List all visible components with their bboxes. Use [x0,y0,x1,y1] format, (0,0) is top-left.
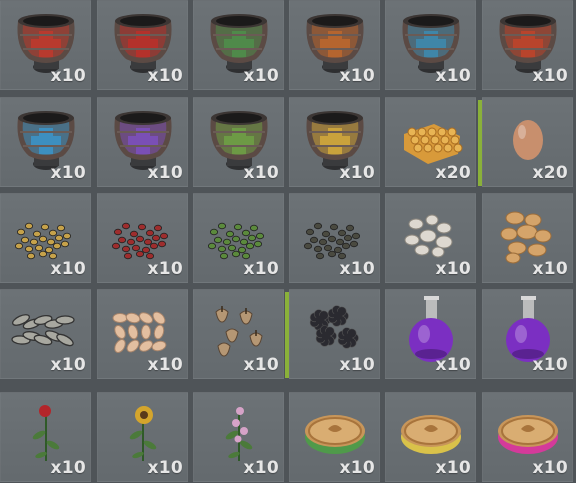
item-quantity: x10 [50,259,86,279]
inventory-slot[interactable]: x10 [97,0,188,90]
inventory-slot[interactable]: x20 [478,97,573,187]
inventory-slot[interactable]: x10 [289,0,380,90]
inventory-slot[interactable]: x10 [385,392,476,482]
item-quantity: x10 [243,66,279,86]
inventory-slot[interactable]: x10 [193,193,284,283]
inventory-slot[interactable]: x10 [385,289,476,379]
inventory-slot[interactable]: x10 [193,392,284,482]
inventory-slot[interactable]: x10 [482,392,573,482]
inventory-slot[interactable]: x10 [289,193,380,283]
item-quantity: x10 [243,458,279,478]
inventory-slot[interactable]: x10 [0,289,91,379]
item-quantity: x10 [147,66,183,86]
item-quantity: x10 [435,259,471,279]
item-quantity: x10 [435,355,471,375]
item-quantity: x10 [339,66,375,86]
item-quantity: x10 [147,163,183,183]
item-quantity: x10 [147,259,183,279]
inventory-slot[interactable]: x10 [285,289,380,379]
item-quantity: x10 [435,66,471,86]
inventory-slot[interactable]: x10 [193,0,284,90]
item-quantity: x10 [50,458,86,478]
inventory-slot[interactable]: x10 [0,0,91,90]
item-quantity: x10 [243,355,279,375]
item-quantity: x10 [532,355,568,375]
inventory-slot[interactable]: x10 [193,97,284,187]
inventory-grid: x10 x10 x10 x10 x10 x10 x10 x10 x10 x10 … [0,0,576,483]
item-quantity: x10 [339,259,375,279]
item-quantity: x10 [50,355,86,375]
item-quantity: x10 [339,355,375,375]
inventory-slot[interactable]: x10 [482,289,573,379]
item-quantity: x10 [435,458,471,478]
item-quantity: x20 [435,163,471,183]
item-quantity: x10 [243,259,279,279]
condition-bar [478,100,482,186]
inventory-slot[interactable]: x10 [0,193,91,283]
inventory-slot[interactable]: x10 [97,97,188,187]
item-quantity: x10 [147,458,183,478]
inventory-slot[interactable]: x10 [289,97,380,187]
item-quantity: x10 [339,458,375,478]
item-quantity: x10 [532,66,568,86]
inventory-slot[interactable]: x10 [385,193,476,283]
inventory-slot[interactable]: x20 [385,97,476,187]
inventory-slot[interactable]: x10 [97,289,188,379]
inventory-slot[interactable]: x10 [0,392,91,482]
inventory-slot[interactable]: x10 [193,289,284,379]
item-quantity: x10 [339,163,375,183]
inventory-slot[interactable]: x10 [385,0,476,90]
condition-bar [285,292,289,378]
item-quantity: x10 [243,163,279,183]
item-quantity: x10 [532,458,568,478]
inventory-slot[interactable]: x10 [0,97,91,187]
inventory-slot[interactable]: x10 [482,0,573,90]
item-quantity: x10 [50,163,86,183]
inventory-slot[interactable]: x10 [289,392,380,482]
item-quantity: x20 [532,163,568,183]
inventory-slot[interactable]: x10 [97,193,188,283]
item-quantity: x10 [147,355,183,375]
item-quantity: x10 [50,66,86,86]
inventory-slot[interactable]: x10 [97,392,188,482]
item-quantity: x10 [532,259,568,279]
inventory-slot[interactable]: x10 [482,193,573,283]
